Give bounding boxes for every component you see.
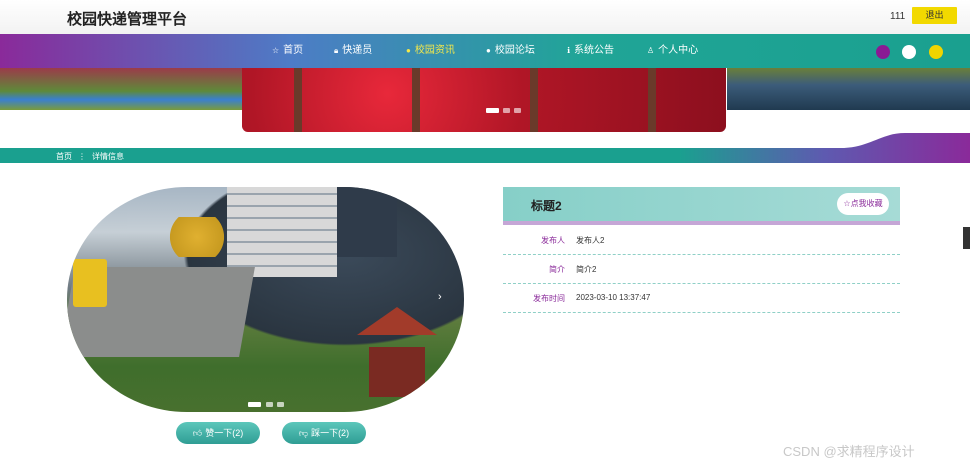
breadcrumb-home[interactable]: 首页 xyxy=(56,151,72,162)
nav-item-courier[interactable]: 🔒︎ 快递员 xyxy=(334,34,372,68)
nav-item-profile[interactable]: ♙ 个人中心 xyxy=(647,34,698,68)
nav-label: 校园资讯 xyxy=(414,45,455,56)
field-label: 发布时间 xyxy=(533,294,565,303)
breadcrumb-separator: ⋮ xyxy=(78,152,86,161)
nav-label: 个人中心 xyxy=(658,45,699,56)
nav-label: 快递员 xyxy=(342,45,373,56)
dot-icon: ● xyxy=(406,46,411,55)
banner-indicator[interactable] xyxy=(486,108,499,113)
username-label: 111 xyxy=(890,11,906,22)
banner-indicator[interactable] xyxy=(514,108,521,113)
detail-image-carousel[interactable] xyxy=(67,187,464,412)
section-wave-band xyxy=(0,133,970,163)
nav-item-announcements[interactable]: ℹ 系统公告 xyxy=(567,34,614,68)
detail-row-publish-time: 发布时间 2023-03-10 13:37:47 xyxy=(503,283,900,313)
theme-dot-purple[interactable] xyxy=(876,45,890,59)
banner-side-image-left xyxy=(0,68,245,110)
info-icon: ℹ xyxy=(567,46,571,55)
photo-bus xyxy=(73,259,107,307)
dislike-label: 踩一下(2) xyxy=(311,428,350,438)
field-value: 2023-03-10 13:37:47 xyxy=(576,293,651,302)
top-header: 校园快递管理平台 111 退出 xyxy=(0,0,970,34)
like-label: 赞一下(2) xyxy=(205,428,244,438)
carousel-indicator[interactable] xyxy=(277,402,284,407)
banner-main-image xyxy=(242,68,726,132)
lock-icon: 🔒︎ xyxy=(334,46,339,55)
photo-pavilion-roof xyxy=(357,307,437,335)
nav-item-forum[interactable]: ● 校园论坛 xyxy=(486,34,535,68)
banner-indicator[interactable] xyxy=(503,108,510,113)
field-label: 发布人 xyxy=(541,236,565,245)
nav-item-home[interactable]: ☆ 首页 xyxy=(272,34,303,68)
photo-building xyxy=(227,187,337,277)
main-nav: ☆ 首页 🔒︎ 快递员 ● 校园资讯 ● 校园论坛 ℹ 系统公告 ♙ 个人中心 xyxy=(0,34,970,68)
carousel-indicator[interactable] xyxy=(248,402,261,407)
banner-side-image-right xyxy=(727,68,970,110)
breadcrumb-current: 详情信息 xyxy=(92,152,124,161)
user-icon: ♙ xyxy=(647,46,655,55)
carousel-indicator[interactable] xyxy=(266,402,273,407)
banner xyxy=(0,68,970,132)
thumbs-up-icon: 👍︎ xyxy=(192,428,203,438)
site-title: 校园快递管理平台 xyxy=(67,11,188,28)
logout-button[interactable]: 退出 xyxy=(912,7,957,24)
star-icon: ☆ xyxy=(843,199,851,208)
detail-row-publisher: 发布人 发布人2 xyxy=(503,225,900,255)
watermark: CSDN @求精程序设计 xyxy=(783,444,915,459)
detail-row-summary: 简介 简介2 xyxy=(503,254,900,284)
nav-label: 首页 xyxy=(283,45,304,56)
photo-building-dark xyxy=(337,187,397,257)
nav-label: 系统公告 xyxy=(574,45,615,56)
like-button[interactable]: 👍︎ 赞一下(2) xyxy=(176,422,260,444)
field-value: 简介2 xyxy=(576,265,597,274)
nav-label: 校园论坛 xyxy=(494,45,535,56)
detail-title: 标题2 xyxy=(531,199,562,213)
photo-trees xyxy=(157,217,237,257)
breadcrumb: 首页 ⋮ 详情信息 xyxy=(56,151,124,162)
field-label: 简介 xyxy=(549,265,565,274)
detail-header: 标题2 ☆点我收藏 xyxy=(503,187,900,225)
dot-icon: ● xyxy=(486,46,491,55)
dislike-button[interactable]: 👎︎ 踩一下(2) xyxy=(282,422,366,444)
theme-dot-white[interactable] xyxy=(902,45,916,59)
photo-pavilion xyxy=(369,347,425,397)
field-value: 发布人2 xyxy=(576,236,605,245)
thumbs-down-icon: 👎︎ xyxy=(298,428,309,438)
side-scroll-tab[interactable] xyxy=(963,227,970,249)
nav-item-campus-news[interactable]: ● 校园资讯 xyxy=(406,34,455,68)
favorite-label: 点我收藏 xyxy=(850,199,883,208)
favorite-button[interactable]: ☆点我收藏 xyxy=(837,193,889,215)
theme-dot-yellow[interactable] xyxy=(929,45,943,59)
star-icon: ☆ xyxy=(272,46,280,55)
carousel-next-icon[interactable]: › xyxy=(438,291,442,303)
